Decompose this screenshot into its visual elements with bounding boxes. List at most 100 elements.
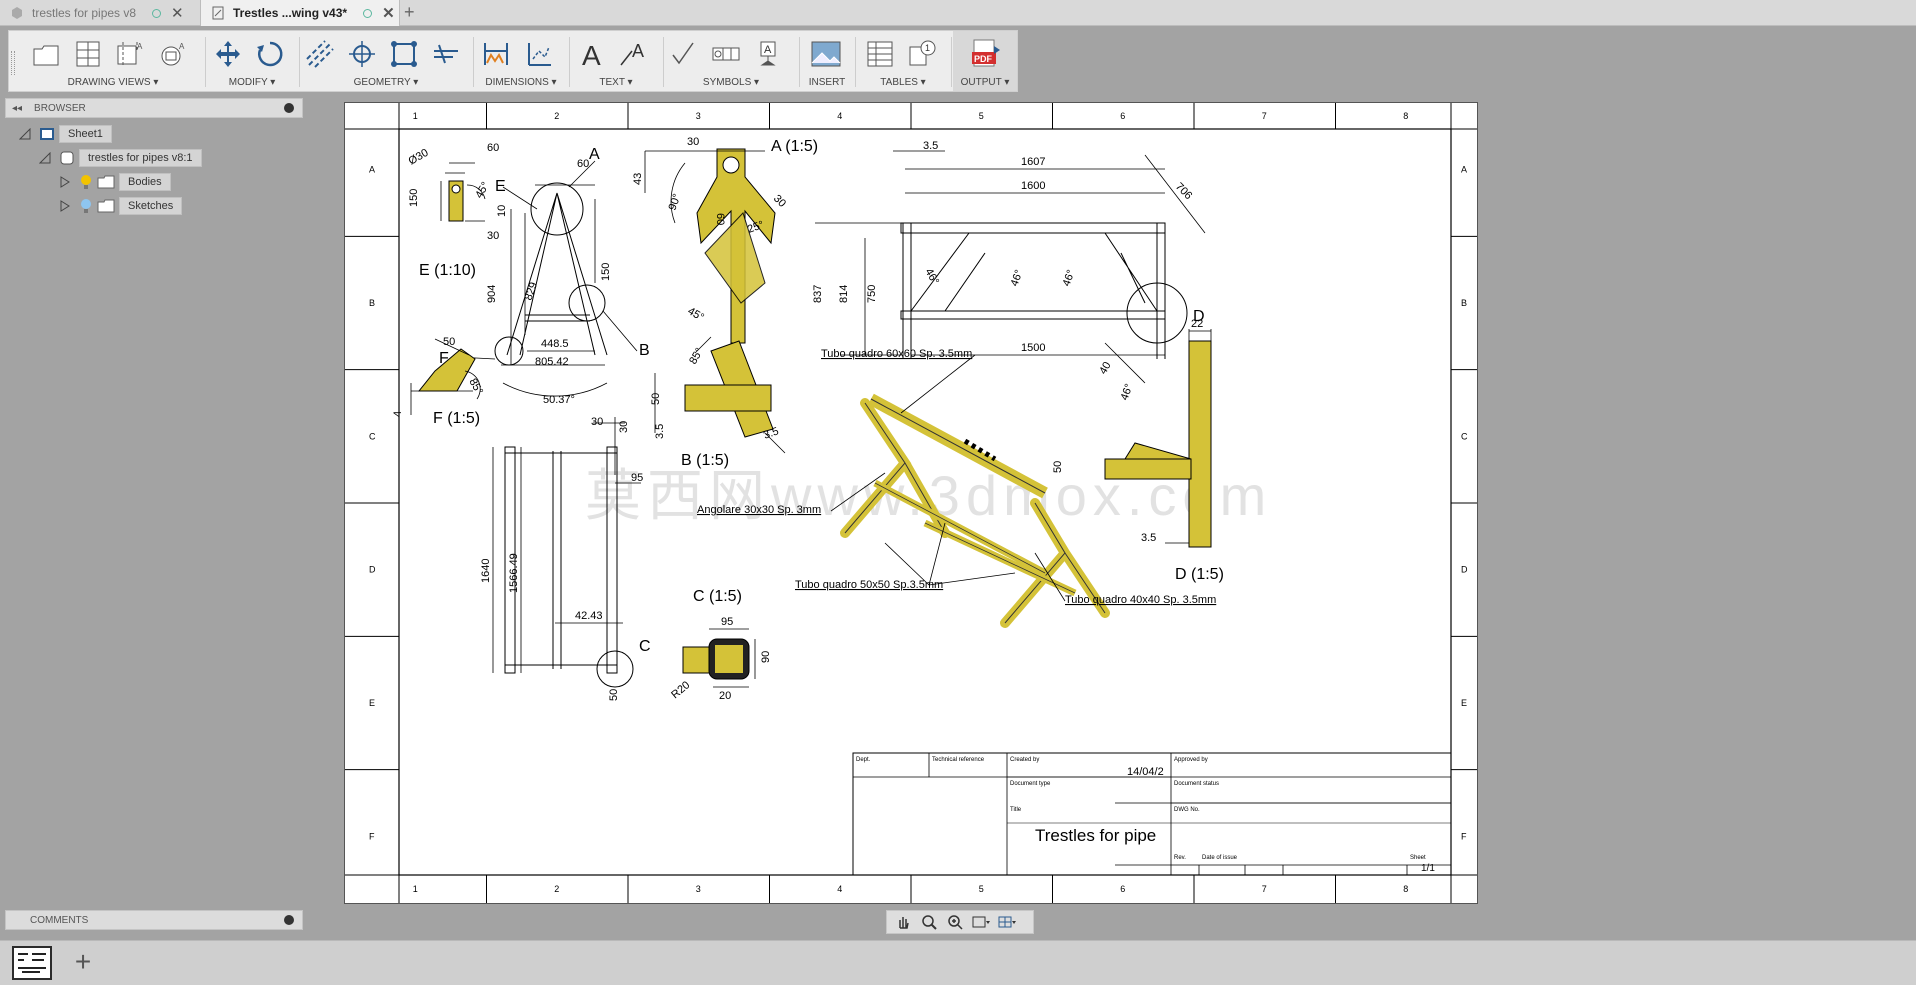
zone-column-label: 2 (554, 111, 559, 121)
balloon-icon[interactable]: 1 (905, 37, 939, 71)
centerline-icon[interactable] (303, 37, 337, 71)
svg-text:PDF: PDF (974, 54, 993, 64)
close-tab-icon[interactable]: ✕ (171, 4, 184, 22)
dimensions-group: DIMENSIONS ▾ (475, 31, 567, 91)
view-label-e: E (1:10) (419, 262, 476, 279)
rotate-icon[interactable] (253, 37, 287, 71)
visibility-bulb-icon[interactable] (79, 198, 93, 214)
zoom-icon[interactable] (945, 913, 965, 931)
output-menu[interactable]: OUTPUT ▾ (953, 77, 1017, 88)
expand-triangle-icon[interactable] (59, 176, 71, 188)
detail-view-b[interactable]: 85° 50 3.5 3.5 B (1:5) (650, 336, 786, 469)
pdf-export-icon[interactable]: PDF (969, 37, 1003, 71)
pan-icon[interactable] (893, 913, 913, 931)
zone-row-label: F (1461, 831, 1467, 841)
svg-text:50.37°: 50.37° (543, 394, 575, 406)
svg-text:Dept.: Dept. (856, 757, 871, 763)
sheet-bar: + (0, 940, 1916, 985)
text-menu[interactable]: TEXT ▾ (571, 77, 661, 88)
tables-menu[interactable]: TABLES ▾ (857, 77, 949, 88)
svg-text:22: 22 (1191, 318, 1203, 330)
ribbon-toolbar: A A DRAWING VIEWS ▾ MODIFY ▾ GEOMETRY ▾ … (8, 30, 1018, 92)
section-view-icon[interactable]: A (113, 37, 147, 71)
comments-panel: COMMENTS (5, 910, 303, 930)
zone-column-label: 8 (1403, 111, 1408, 121)
leader-icon[interactable]: A (617, 37, 651, 71)
feature-control-frame-icon[interactable] (709, 37, 743, 71)
svg-text:30: 30 (687, 136, 699, 148)
add-comment-icon[interactable] (284, 915, 294, 925)
center-mark-pattern-icon[interactable] (387, 37, 421, 71)
svg-text:Rev.: Rev. (1174, 855, 1186, 861)
detail-view-icon[interactable]: A (155, 37, 189, 71)
drawing-views-menu[interactable]: DRAWING VIEWS ▾ (23, 77, 203, 88)
document-tab-bar: trestles for pipes v8 ✕ Trestles ...wing… (0, 0, 1916, 26)
svg-text:43: 43 (632, 173, 644, 185)
base-view-icon[interactable] (29, 37, 63, 71)
svg-text:Document type: Document type (1010, 781, 1051, 787)
tab-trestles-drawing[interactable]: Trestles ...wing v43* ✕ (200, 0, 400, 26)
text-icon[interactable]: A (575, 37, 609, 71)
visibility-bulb-icon[interactable] (79, 174, 93, 190)
expand-triangle-icon[interactable] (39, 152, 51, 164)
datum-identifier-icon[interactable]: A (751, 37, 785, 71)
sheet-thumbnail[interactable] (12, 946, 52, 980)
tree-item-model-reference[interactable]: trestles for pipes v8:1 (39, 148, 202, 168)
drawing-doc-icon (212, 6, 224, 20)
display-settings-icon[interactable] (971, 913, 991, 931)
insert-menu[interactable]: INSERT (801, 77, 853, 88)
ordinate-dimension-icon[interactable] (521, 37, 555, 71)
svg-text:Sheet: Sheet (1410, 855, 1426, 861)
tree-item-label: trestles for pipes v8:1 (79, 149, 202, 167)
symbols-menu[interactable]: SYMBOLS ▾ (665, 77, 797, 88)
zoom-window-icon[interactable] (919, 913, 939, 931)
modify-menu[interactable]: MODIFY ▾ (207, 77, 297, 88)
zone-column-label: 6 (1120, 111, 1125, 121)
toolbar-grip[interactable] (11, 51, 15, 75)
detail-view-c[interactable]: 95 90 R20 20 C (1:5) (669, 588, 772, 702)
edge-extension-icon[interactable] (429, 37, 463, 71)
new-tab-button[interactable]: + (404, 2, 415, 23)
detail-view-e[interactable]: Ø30 60 150 45° 10 30 E (1:10) (407, 142, 509, 279)
svg-text:448.5: 448.5 (541, 338, 569, 350)
move-icon[interactable] (211, 37, 245, 71)
svg-text:95: 95 (631, 472, 643, 484)
grid-settings-icon[interactable] (997, 913, 1017, 931)
tree-item-sheet1[interactable]: Sheet1 (19, 124, 112, 144)
tree-item-bodies[interactable]: Bodies (59, 172, 171, 192)
tree-item-label: Sketches (119, 197, 183, 215)
dimensions-menu[interactable]: DIMENSIONS ▾ (475, 77, 567, 88)
projected-view-icon[interactable] (71, 37, 105, 71)
svg-text:Created by: Created by (1010, 757, 1039, 763)
svg-text:1500: 1500 (1021, 342, 1045, 354)
browser-pin-icon[interactable] (284, 103, 294, 113)
insert-image-icon[interactable] (809, 37, 843, 71)
top-view[interactable]: 30 30 95 1640 1566.49 42.43 50 C (480, 416, 651, 701)
tab-trestles-for-pipes[interactable]: trestles for pipes v8 ✕ (0, 0, 198, 26)
component-icon (60, 151, 74, 165)
new-sheet-button[interactable]: + (66, 945, 100, 979)
center-mark-icon[interactable] (345, 37, 379, 71)
drawing-sheet[interactable]: 1122334455667788AABBCCDDEEFF 莫西网www.3dmo… (344, 102, 1478, 904)
detail-view-a[interactable]: 30 43 90° 60 30 25° 45° A (1:5) (632, 136, 818, 344)
side-view[interactable]: 3.5 1607 1600 706 837 814 750 46° 46° 46… (812, 140, 1206, 359)
tree-item-sketches[interactable]: Sketches (59, 196, 183, 216)
expand-triangle-icon[interactable] (59, 200, 71, 212)
table-icon[interactable] (863, 37, 897, 71)
zone-column-label: 4 (837, 111, 842, 121)
tree-item-label: Sheet1 (59, 125, 112, 143)
svg-text:C: C (639, 638, 651, 655)
view-label-a: A (1:5) (771, 138, 818, 155)
dimension-icon[interactable] (479, 37, 513, 71)
expand-triangle-icon[interactable] (19, 128, 31, 140)
collapse-browser-icon[interactable]: ◂◂ (12, 103, 22, 114)
geometry-menu[interactable]: GEOMETRY ▾ (301, 77, 471, 88)
folder-icon (97, 175, 115, 189)
surface-texture-icon[interactable] (667, 37, 701, 71)
svg-text:Title: Title (1010, 807, 1022, 813)
svg-text:A: A (582, 40, 601, 69)
zone-column-label: 4 (837, 884, 842, 894)
close-tab-icon[interactable]: ✕ (382, 4, 395, 22)
detail-view-d[interactable]: 22 40 46° 50 3.5 D (1:5) (1052, 318, 1224, 583)
svg-text:Ø30: Ø30 (407, 147, 431, 168)
